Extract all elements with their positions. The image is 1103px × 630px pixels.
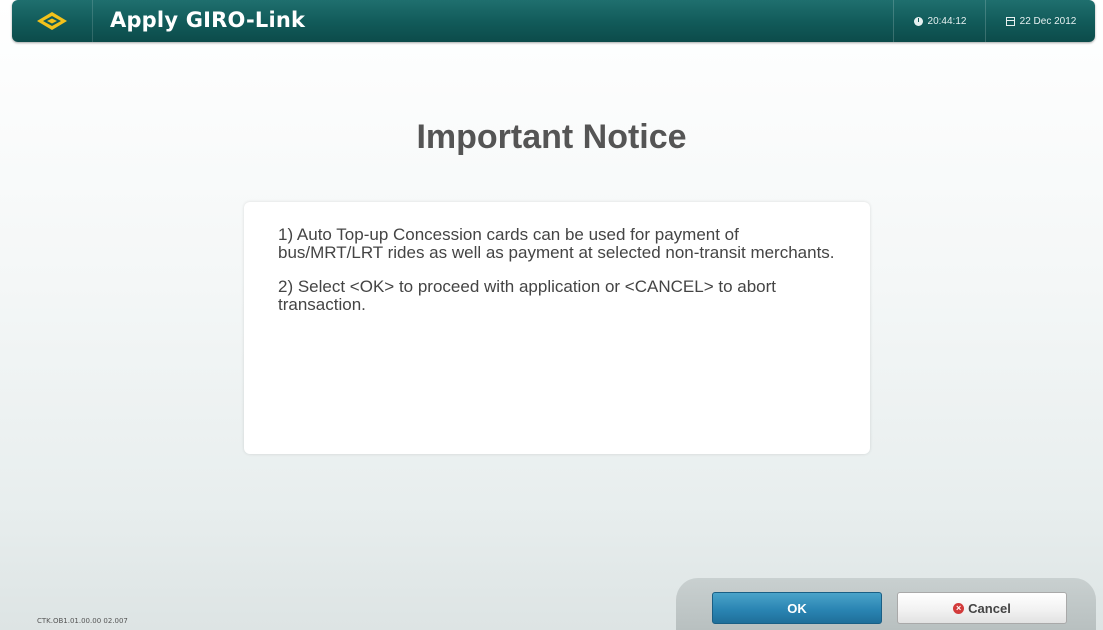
calendar-icon <box>1005 16 1015 26</box>
cancel-button[interactable]: × Cancel <box>897 592 1067 624</box>
time-text: 20:44:12 <box>927 15 967 27</box>
clock-icon <box>913 16 923 26</box>
cancel-button-label: Cancel <box>968 600 1011 616</box>
cancel-x-icon: × <box>953 602 965 614</box>
notice-text: 1) Auto Top-up Concession cards can be u… <box>278 226 838 330</box>
header-bar: Apply GIRO-Link 20:44:12 22 Dec 2012 <box>12 0 1095 42</box>
ok-button-label: OK <box>787 600 807 616</box>
app-title: Apply GIRO-Link <box>110 8 306 32</box>
clock-display: 20:44:12 <box>893 0 986 42</box>
page-title: Important Notice <box>416 118 687 156</box>
version-label: CTK.OB1.01.00.00 02.007 <box>37 617 128 625</box>
transit-logo-icon <box>37 12 67 30</box>
notice-paragraph-1: 1) Auto Top-up Concession cards can be u… <box>278 225 835 262</box>
date-text: 22 Dec 2012 <box>1019 15 1077 27</box>
notice-paragraph-2: 2) Select <OK> to proceed with applicati… <box>278 277 776 314</box>
notice-panel: 1) Auto Top-up Concession cards can be u… <box>244 202 870 454</box>
date-display: 22 Dec 2012 <box>985 0 1096 42</box>
logo-container <box>12 0 93 42</box>
ok-button[interactable]: OK <box>712 592 882 624</box>
